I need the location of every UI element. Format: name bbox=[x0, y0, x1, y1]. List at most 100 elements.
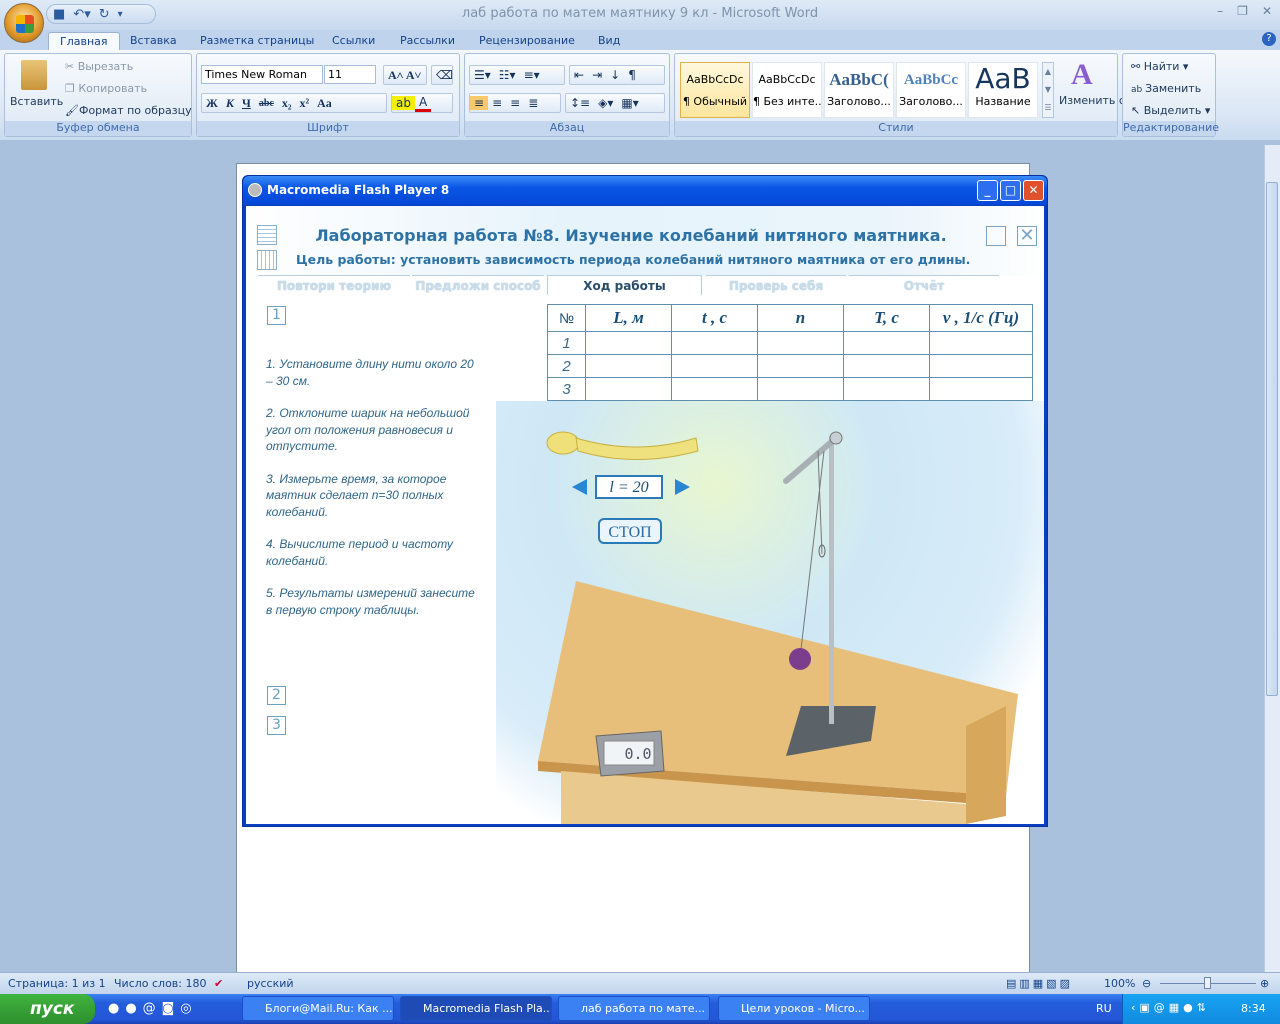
save-icon[interactable]: ■ bbox=[53, 7, 65, 22]
paragraph-group: ☰▾ ☷▾ ≡▾ ⇤ ⇥ ↓ ¶ ≡ ≡ ≡ ≣ ↕≡ ◈▾ ▦▾ Абзац bbox=[464, 53, 670, 137]
customize-icon[interactable]: ▾ bbox=[118, 9, 123, 20]
redo-icon[interactable]: ↻ bbox=[99, 7, 110, 22]
binoculars-icon: ⚯ bbox=[1131, 60, 1144, 73]
align-right-icon[interactable]: ≡ bbox=[506, 96, 524, 110]
quick-launch[interactable]: ●●@◙◎ bbox=[108, 1001, 198, 1016]
start-button[interactable]: пуск bbox=[0, 994, 95, 1024]
tray-icons[interactable]: ‹▣@▦●⇅ bbox=[1131, 1001, 1210, 1014]
grow-shrink-font[interactable]: A˄ A˅ bbox=[383, 65, 427, 85]
font-name-select[interactable]: Times New Roman bbox=[201, 65, 323, 84]
language-indicator[interactable]: RU bbox=[1096, 1002, 1112, 1015]
change-case-button[interactable]: Aa bbox=[313, 96, 336, 111]
view-buttons[interactable]: ▤▥▦▧▨ bbox=[1006, 977, 1073, 990]
numbering-icon[interactable]: ☷▾ bbox=[495, 68, 520, 82]
find-button[interactable]: ⚯ Найти ▾ bbox=[1131, 60, 1188, 73]
svg-text:l = 20: l = 20 bbox=[609, 479, 648, 496]
format-painter-button[interactable]: 🖌Формат по образцу bbox=[65, 104, 192, 117]
copy-button[interactable]: ❐ Копировать bbox=[65, 82, 147, 95]
pendulum-scene: l = 20 СТОП 0.0 bbox=[538, 431, 1018, 824]
language[interactable]: русский bbox=[247, 977, 294, 990]
spacing-shading-buttons[interactable]: ↕≡ ◈▾ ▦▾ bbox=[565, 93, 665, 113]
style-title[interactable]: AaB Название bbox=[968, 62, 1038, 118]
styles-scroll[interactable]: ▲ ▼ ☰ bbox=[1042, 62, 1054, 118]
title-bar: лаб работа по матем маятнику 9 кл - Micr… bbox=[0, 0, 1280, 30]
pilcrow-icon[interactable]: ¶ bbox=[624, 68, 640, 82]
select-button[interactable]: ↖ Выделить ▾ bbox=[1131, 104, 1210, 117]
cut-button[interactable]: ✂ Вырезать bbox=[65, 60, 133, 73]
subscript-button[interactable]: x₂ bbox=[278, 96, 296, 111]
decrease-length-arrow[interactable] bbox=[572, 479, 587, 495]
ribbon: Вставить ✂ Вырезать ❐ Копировать 🖌Формат… bbox=[0, 50, 1280, 140]
task-browser[interactable]: Блоги@Mail.Ru: Как ... bbox=[242, 996, 394, 1021]
zoom-out-icon[interactable]: ⊖ bbox=[1142, 977, 1151, 990]
italic-button[interactable]: К bbox=[222, 96, 238, 111]
indent-sort-buttons[interactable]: ⇤ ⇥ ↓ ¶ bbox=[569, 65, 665, 85]
tab-references[interactable]: Ссылки bbox=[321, 32, 386, 51]
clear-format-icon[interactable]: ⌫ bbox=[431, 65, 453, 85]
font-color-icon[interactable]: A bbox=[414, 95, 432, 112]
quick-access-toolbar: ■ ↶▾ ↻ ▾ bbox=[46, 4, 156, 24]
tab-mailings[interactable]: Рассылки bbox=[389, 32, 466, 51]
bold-button[interactable]: Ж bbox=[202, 96, 222, 111]
line-spacing-icon[interactable]: ↕≡ bbox=[566, 96, 594, 110]
borders-icon[interactable]: ▦▾ bbox=[617, 96, 642, 110]
tab-home[interactable]: Главная bbox=[48, 32, 120, 51]
bullets-icon[interactable]: ☰▾ bbox=[470, 68, 495, 82]
undo-icon[interactable]: ↶▾ bbox=[73, 7, 90, 22]
alignment-buttons[interactable]: ≡ ≡ ≡ ≣ bbox=[469, 93, 561, 113]
taskbar: пуск ●●@◙◎ Блоги@Mail.Ru: Как ... Macrom… bbox=[0, 994, 1280, 1024]
restore-icon[interactable]: ❐ bbox=[1237, 4, 1248, 18]
style-heading-2[interactable]: AaBbCc Заголово... bbox=[896, 62, 966, 118]
flash-close-button[interactable]: ✕ bbox=[1023, 180, 1044, 201]
help-icon[interactable]: ? bbox=[1262, 32, 1276, 46]
paste-button[interactable]: Вставить bbox=[10, 95, 63, 108]
style-no-spacing[interactable]: AaBbCcDc ¶ Без инте... bbox=[752, 62, 822, 118]
align-left-icon[interactable]: ≡ bbox=[470, 96, 489, 110]
style-normal[interactable]: AaBbCcDc ¶ Обычный bbox=[680, 62, 750, 118]
scrollbar-thumb[interactable] bbox=[1266, 182, 1278, 696]
font-size-select[interactable]: 11 bbox=[324, 65, 376, 84]
zoom-level[interactable]: 100% bbox=[1104, 977, 1135, 990]
cursor-icon: ↖ bbox=[1131, 104, 1144, 117]
tab-page-layout[interactable]: Разметка страницы bbox=[189, 32, 325, 51]
svg-text:СТОП: СТОП bbox=[608, 524, 652, 541]
clipboard-group: Вставить ✂ Вырезать ❐ Копировать 🖌Формат… bbox=[4, 53, 192, 137]
office-button[interactable] bbox=[4, 3, 44, 43]
strikethrough-button[interactable]: abc bbox=[255, 98, 278, 109]
superscript-button[interactable]: x² bbox=[295, 96, 313, 111]
justify-icon[interactable]: ≣ bbox=[524, 96, 542, 110]
close-icon[interactable]: ✕ bbox=[1262, 4, 1272, 18]
task-word-lab[interactable]: лаб работа по мате... bbox=[558, 996, 710, 1021]
highlight-color-button[interactable]: ab A bbox=[391, 93, 453, 113]
sort-icon[interactable]: ↓ bbox=[606, 68, 624, 82]
shading-icon[interactable]: ◈▾ bbox=[594, 96, 617, 110]
zoom-in-icon[interactable]: ⊕ bbox=[1260, 977, 1269, 990]
replace-button[interactable]: ab Заменить bbox=[1131, 82, 1201, 95]
increase-indent-icon[interactable]: ⇥ bbox=[588, 68, 606, 82]
flash-title: Macromedia Flash Player 8 bbox=[267, 183, 450, 197]
multilevel-list-icon[interactable]: ≡▾ bbox=[520, 68, 544, 82]
pendulum-ball bbox=[789, 648, 811, 670]
zoom-slider-thumb[interactable] bbox=[1204, 977, 1211, 989]
increase-length-arrow[interactable] bbox=[675, 479, 690, 495]
word-count[interactable]: Число слов: 180 bbox=[114, 977, 207, 990]
style-heading-1[interactable]: AaBbC(Заголово... bbox=[824, 62, 894, 118]
tab-view[interactable]: Вид bbox=[587, 32, 631, 51]
tab-review[interactable]: Рецензирование bbox=[468, 32, 586, 51]
page-count[interactable]: Страница: 1 из 1 bbox=[8, 977, 106, 990]
decrease-indent-icon[interactable]: ⇤ bbox=[570, 68, 588, 82]
change-styles-button[interactable]: Изменить стили bbox=[1059, 95, 1153, 107]
align-center-icon[interactable]: ≡ bbox=[488, 96, 506, 110]
list-buttons[interactable]: ☰▾ ☷▾ ≡▾ bbox=[469, 65, 565, 85]
tab-insert[interactable]: Вставка bbox=[119, 32, 188, 51]
task-word-goals[interactable]: Цели уроков - Micro... bbox=[718, 996, 870, 1021]
font-label: Шрифт bbox=[197, 121, 459, 136]
flash-maximize-button[interactable]: □ bbox=[1000, 180, 1021, 201]
flash-minimize-button[interactable]: _ bbox=[977, 180, 998, 201]
office-logo-icon bbox=[16, 15, 34, 33]
minimize-icon[interactable]: – bbox=[1217, 4, 1223, 18]
task-flash[interactable]: Macromedia Flash Pla... bbox=[400, 996, 552, 1021]
proofing-icon[interactable]: ✔ bbox=[214, 977, 223, 990]
copy-icon: ❐ bbox=[65, 82, 79, 95]
underline-button[interactable]: Ч bbox=[238, 96, 255, 111]
